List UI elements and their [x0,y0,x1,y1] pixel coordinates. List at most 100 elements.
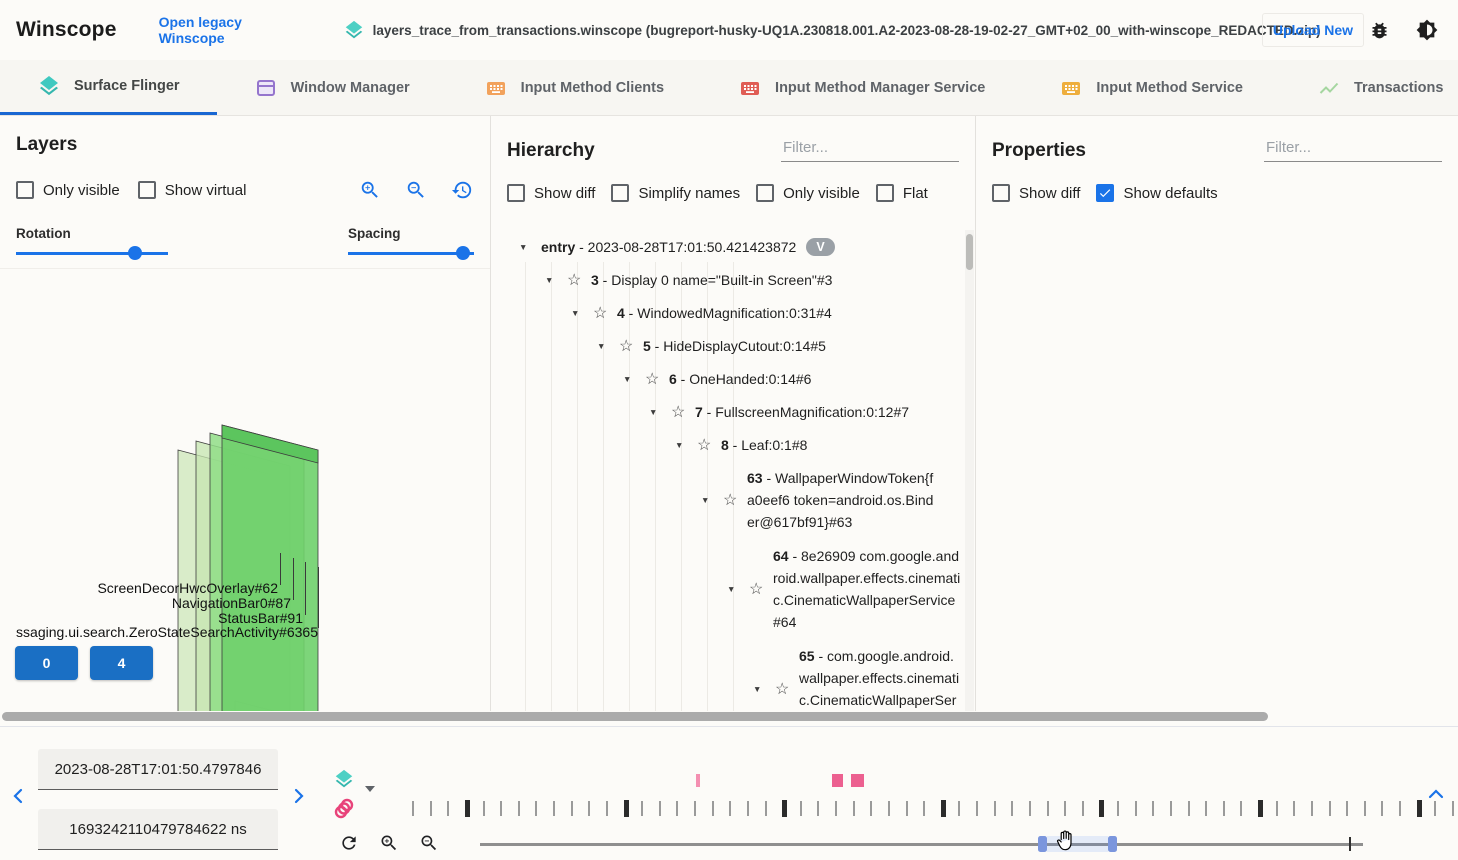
collapse-timeline-button[interactable] [1428,787,1446,805]
hierarchy-scrollbar-thumb[interactable] [966,234,973,270]
range-handle-right[interactable] [1108,836,1117,852]
star-icon[interactable]: ☆ [619,336,643,356]
star-icon[interactable]: ☆ [749,579,773,599]
layers-3d-view[interactable]: ScreenDecorHwcOverlay#62NavigationBar0#8… [0,268,490,711]
tree-row[interactable]: ▼☆7 - FullscreenMagnification:0:12#7 [491,395,963,428]
trace-file-name: layers_trace_from_transactions.winscope … [373,23,1321,38]
tree-row[interactable]: ▼☆65 - com.google.android.wallpaper.effe… [491,639,963,711]
layer-label: ssaging.ui.search.ZeroStateSearchActivit… [16,624,318,640]
checkbox-box[interactable] [876,184,894,202]
tree-row[interactable]: ▼☆3 - Display 0 name="Built-in Screen"#3 [491,263,963,296]
zoom-in-icon[interactable] [358,178,382,202]
tab-surface-flinger[interactable]: Surface Flinger [0,60,217,115]
spacing-slider-thumb[interactable] [456,246,470,260]
tree-node-id: 5 [643,338,651,354]
reset-view-icon[interactable] [450,178,474,202]
tab-window-icon [254,76,278,100]
checkbox-show-defaults[interactable]: Show defaults [1096,184,1217,202]
tree-row[interactable]: ▼☆63 - WallpaperWindowToken{fa0eef6 toke… [491,461,963,539]
open-legacy-link[interactable]: Open legacy Winscope [159,14,301,46]
range-handle-left[interactable] [1038,836,1047,852]
tab-label: Input Method Service [1096,80,1243,96]
rotation-slider-thumb[interactable] [128,246,142,260]
tree-row[interactable]: ▼☆4 - WindowedMagnification:0:31#4 [491,296,963,329]
tree-node-id: 7 [695,404,703,420]
tab-window-manager[interactable]: Window Manager [217,60,447,115]
layer-label: ScreenDecorHwcOverlay#62 [97,580,278,596]
tree-node-id: entry [541,239,575,255]
checkbox-box[interactable] [756,184,774,202]
checkbox-box[interactable] [1096,184,1114,202]
star-icon[interactable]: ☆ [645,369,669,389]
properties-filter-input[interactable] [1264,136,1442,162]
checkbox-show-diff[interactable]: Show diff [992,184,1080,202]
collapse-arrow-icon[interactable]: ▼ [519,242,541,252]
hand-cursor [1056,830,1075,851]
checkbox-label: Only visible [43,182,120,199]
tree-node-label: 8 - Leaf:0:1#8 [721,434,807,456]
checkbox-box[interactable] [507,184,525,202]
tree-node-id: 64 [773,548,789,564]
collapse-arrow-icon[interactable]: ▼ [571,308,593,318]
layers-trace-icon [343,19,365,41]
tree-row[interactable]: ▼☆5 - HideDisplayCutout:0:14#5 [491,329,963,362]
collapse-arrow-icon[interactable]: ▼ [701,495,723,505]
tree-node-label: 3 - Display 0 name="Built-in Screen"#3 [591,269,832,291]
upload-new-button[interactable]: Upload New [1262,13,1364,47]
tree-node-label: entry - 2023-08-28T17:01:50.421423872 [541,236,796,258]
checkbox-box[interactable] [611,184,629,202]
star-icon[interactable]: ☆ [723,490,747,510]
checkbox-box[interactable] [138,181,156,199]
checkbox-only-visible[interactable]: Only visible [16,181,120,199]
tree-row[interactable]: ▼entry - 2023-08-28T17:01:50.421423872 V [491,230,963,263]
collapse-arrow-icon[interactable]: ▼ [649,407,671,417]
star-icon[interactable]: ☆ [593,303,617,323]
tree-node-id: 8 [721,437,729,453]
tab-input-method-service[interactable]: Input Method Service [1022,60,1280,115]
star-icon[interactable]: ☆ [697,435,721,455]
checkbox-show-virtual[interactable]: Show virtual [138,181,247,199]
tree-row[interactable]: ▼☆64 - 8e26909 com.google.android.wallpa… [491,539,963,639]
collapse-arrow-icon[interactable]: ▼ [753,684,775,694]
tab-transactions[interactable]: Transactions [1280,60,1458,115]
tree-row[interactable]: ▼☆6 - OneHanded:0:14#6 [491,362,963,395]
tab-bar: Surface Flinger Window Manager Input Metho… [0,60,1458,116]
tab-label: Input Method Manager Service [775,80,985,96]
star-icon[interactable]: ☆ [567,270,591,290]
collapse-arrow-icon[interactable]: ▼ [727,584,749,594]
collapse-arrow-icon[interactable]: ▼ [675,440,697,450]
properties-panel: Properties Show diffShow defaults [975,116,1458,711]
rotation-slider-track[interactable] [16,252,168,255]
collapse-arrow-icon[interactable]: ▼ [623,374,645,384]
horizontal-scrollbar[interactable] [2,712,1268,721]
zoom-out-icon[interactable] [404,178,428,202]
checkbox-box[interactable] [16,181,34,199]
collapse-arrow-icon[interactable]: ▼ [545,275,567,285]
tab-label: Surface Flinger [74,78,180,94]
tree-node-id: 6 [669,371,677,387]
tab-input-method-clients[interactable]: Input Method Clients [447,60,701,115]
chip-v: V [806,238,834,256]
tree-node-label: 63 - WallpaperWindowToken{fa0eef6 token=… [747,467,939,533]
layer-index-button-0[interactable]: 0 [15,646,78,680]
layer-index-button-4[interactable]: 4 [90,646,153,680]
tab-label: Window Manager [291,80,410,96]
star-icon[interactable]: ☆ [671,402,695,422]
checkbox-show-diff[interactable]: Show diff [507,184,595,202]
dark-mode-icon[interactable] [1412,15,1442,45]
collapse-arrow-icon[interactable]: ▼ [597,341,619,351]
range-slider-track[interactable] [480,843,1363,846]
app-title: Winscope [16,18,117,42]
checkbox-only-visible[interactable]: Only visible [756,184,860,202]
tree-row[interactable]: ▼☆8 - Leaf:0:1#8 [491,428,963,461]
checkbox-label: Show virtual [165,182,247,199]
hierarchy-filter-input[interactable] [781,136,959,162]
hierarchy-scrollbar[interactable] [965,230,974,711]
star-icon[interactable]: ☆ [775,679,799,699]
checkbox-box[interactable] [992,184,1010,202]
tab-input-method-manager-service[interactable]: Input Method Manager Service [701,60,1022,115]
bug-report-icon[interactable] [1364,15,1394,45]
checkbox-flat[interactable]: Flat [876,184,928,202]
tab-label: Transactions [1354,80,1443,96]
checkbox-simplify-names[interactable]: Simplify names [611,184,740,202]
